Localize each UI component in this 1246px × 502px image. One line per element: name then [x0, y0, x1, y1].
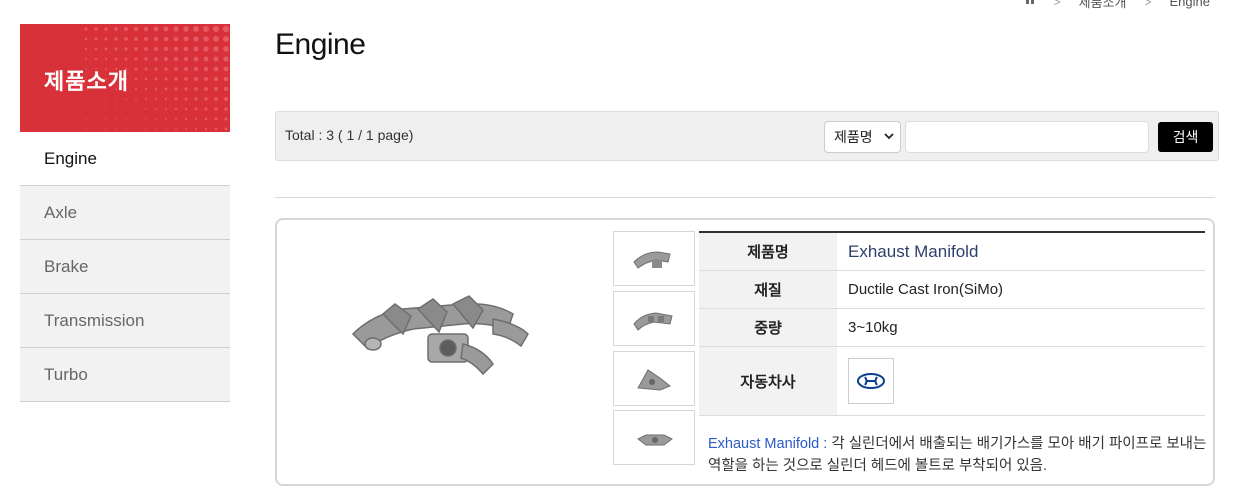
- thumbnail-4[interactable]: [613, 410, 695, 465]
- sidebar: 제품소개 Engine Axle Brake Transmission Turb…: [20, 24, 230, 402]
- home-icon[interactable]: [1024, 0, 1036, 8]
- sidebar-item-label: Brake: [44, 256, 89, 276]
- select-value: 제품명: [834, 129, 873, 145]
- sidebar-item-transmission[interactable]: Transmission: [20, 294, 230, 348]
- sidebar-item-engine[interactable]: Engine: [20, 132, 230, 186]
- page-title: Engine: [275, 28, 366, 61]
- total-count: Total : 3 ( 1 / 1 page): [285, 127, 414, 143]
- spec-label: 중량: [699, 309, 837, 346]
- spec-row-automaker: 자동차사: [699, 347, 1205, 416]
- sidebar-item-label: Engine: [44, 148, 97, 168]
- spec-value: [837, 347, 1205, 415]
- sidebar-item-label: Turbo: [44, 364, 88, 384]
- product-description: Exhaust Manifold : 각 실린더에서 배출되는 배기가스를 모아…: [708, 433, 1208, 477]
- thumbnail-1[interactable]: [613, 231, 695, 286]
- description-keyword: Exhaust Manifold :: [708, 436, 828, 452]
- spec-label: 제품명: [699, 233, 837, 270]
- chevron-right-icon: >: [1053, 0, 1061, 9]
- sidebar-item-label: Axle: [44, 202, 78, 222]
- spec-row-name: 제품명 Exhaust Manifold: [699, 231, 1205, 271]
- product-main-image: [351, 295, 529, 376]
- thumbnail-2[interactable]: [613, 291, 695, 346]
- thumbnail-3[interactable]: [613, 351, 695, 406]
- sidebar-header: 제품소개: [20, 24, 230, 132]
- search-field-select[interactable]: 제품명: [824, 121, 901, 153]
- search-bar: Total : 3 ( 1 / 1 page) 제품명 검색: [275, 111, 1219, 161]
- divider: [275, 197, 1215, 198]
- spec-value: 3~10kg: [848, 319, 898, 336]
- thumbnail-image: [633, 311, 673, 331]
- chevron-down-icon: [884, 133, 894, 140]
- spec-label: 자동차사: [699, 347, 837, 415]
- sidebar-item-brake[interactable]: Brake: [20, 240, 230, 294]
- spec-label: 재질: [699, 271, 837, 308]
- search-input[interactable]: [905, 121, 1149, 153]
- spec-row-material: 재질 Ductile Cast Iron(SiMo): [699, 271, 1205, 309]
- sidebar-title: 제품소개: [44, 69, 129, 94]
- product-name: Exhaust Manifold: [848, 241, 979, 261]
- sidebar-item-turbo[interactable]: Turbo: [20, 348, 230, 402]
- search-button[interactable]: 검색: [1158, 122, 1213, 152]
- chevron-right-icon: >: [1144, 0, 1152, 9]
- breadcrumb: > 제품소개 > Engine: [1024, 0, 1210, 11]
- thumbnail-image: [637, 434, 673, 445]
- hyundai-logo: [848, 358, 894, 404]
- thumbnail-image: [637, 368, 671, 391]
- product-card: 제품명 Exhaust Manifold 재질 Ductile Cast Iro…: [275, 218, 1215, 486]
- thumbnail-image: [633, 250, 671, 269]
- spec-row-weight: 중량 3~10kg: [699, 309, 1205, 347]
- breadcrumb-item-engine[interactable]: Engine: [1170, 0, 1210, 9]
- sidebar-item-label: Transmission: [44, 310, 145, 330]
- spec-value: Ductile Cast Iron(SiMo): [848, 281, 1004, 298]
- spec-table: 제품명 Exhaust Manifold 재질 Ductile Cast Iro…: [699, 231, 1205, 416]
- sidebar-item-axle[interactable]: Axle: [20, 186, 230, 240]
- breadcrumb-item-products[interactable]: 제품소개: [1079, 0, 1127, 11]
